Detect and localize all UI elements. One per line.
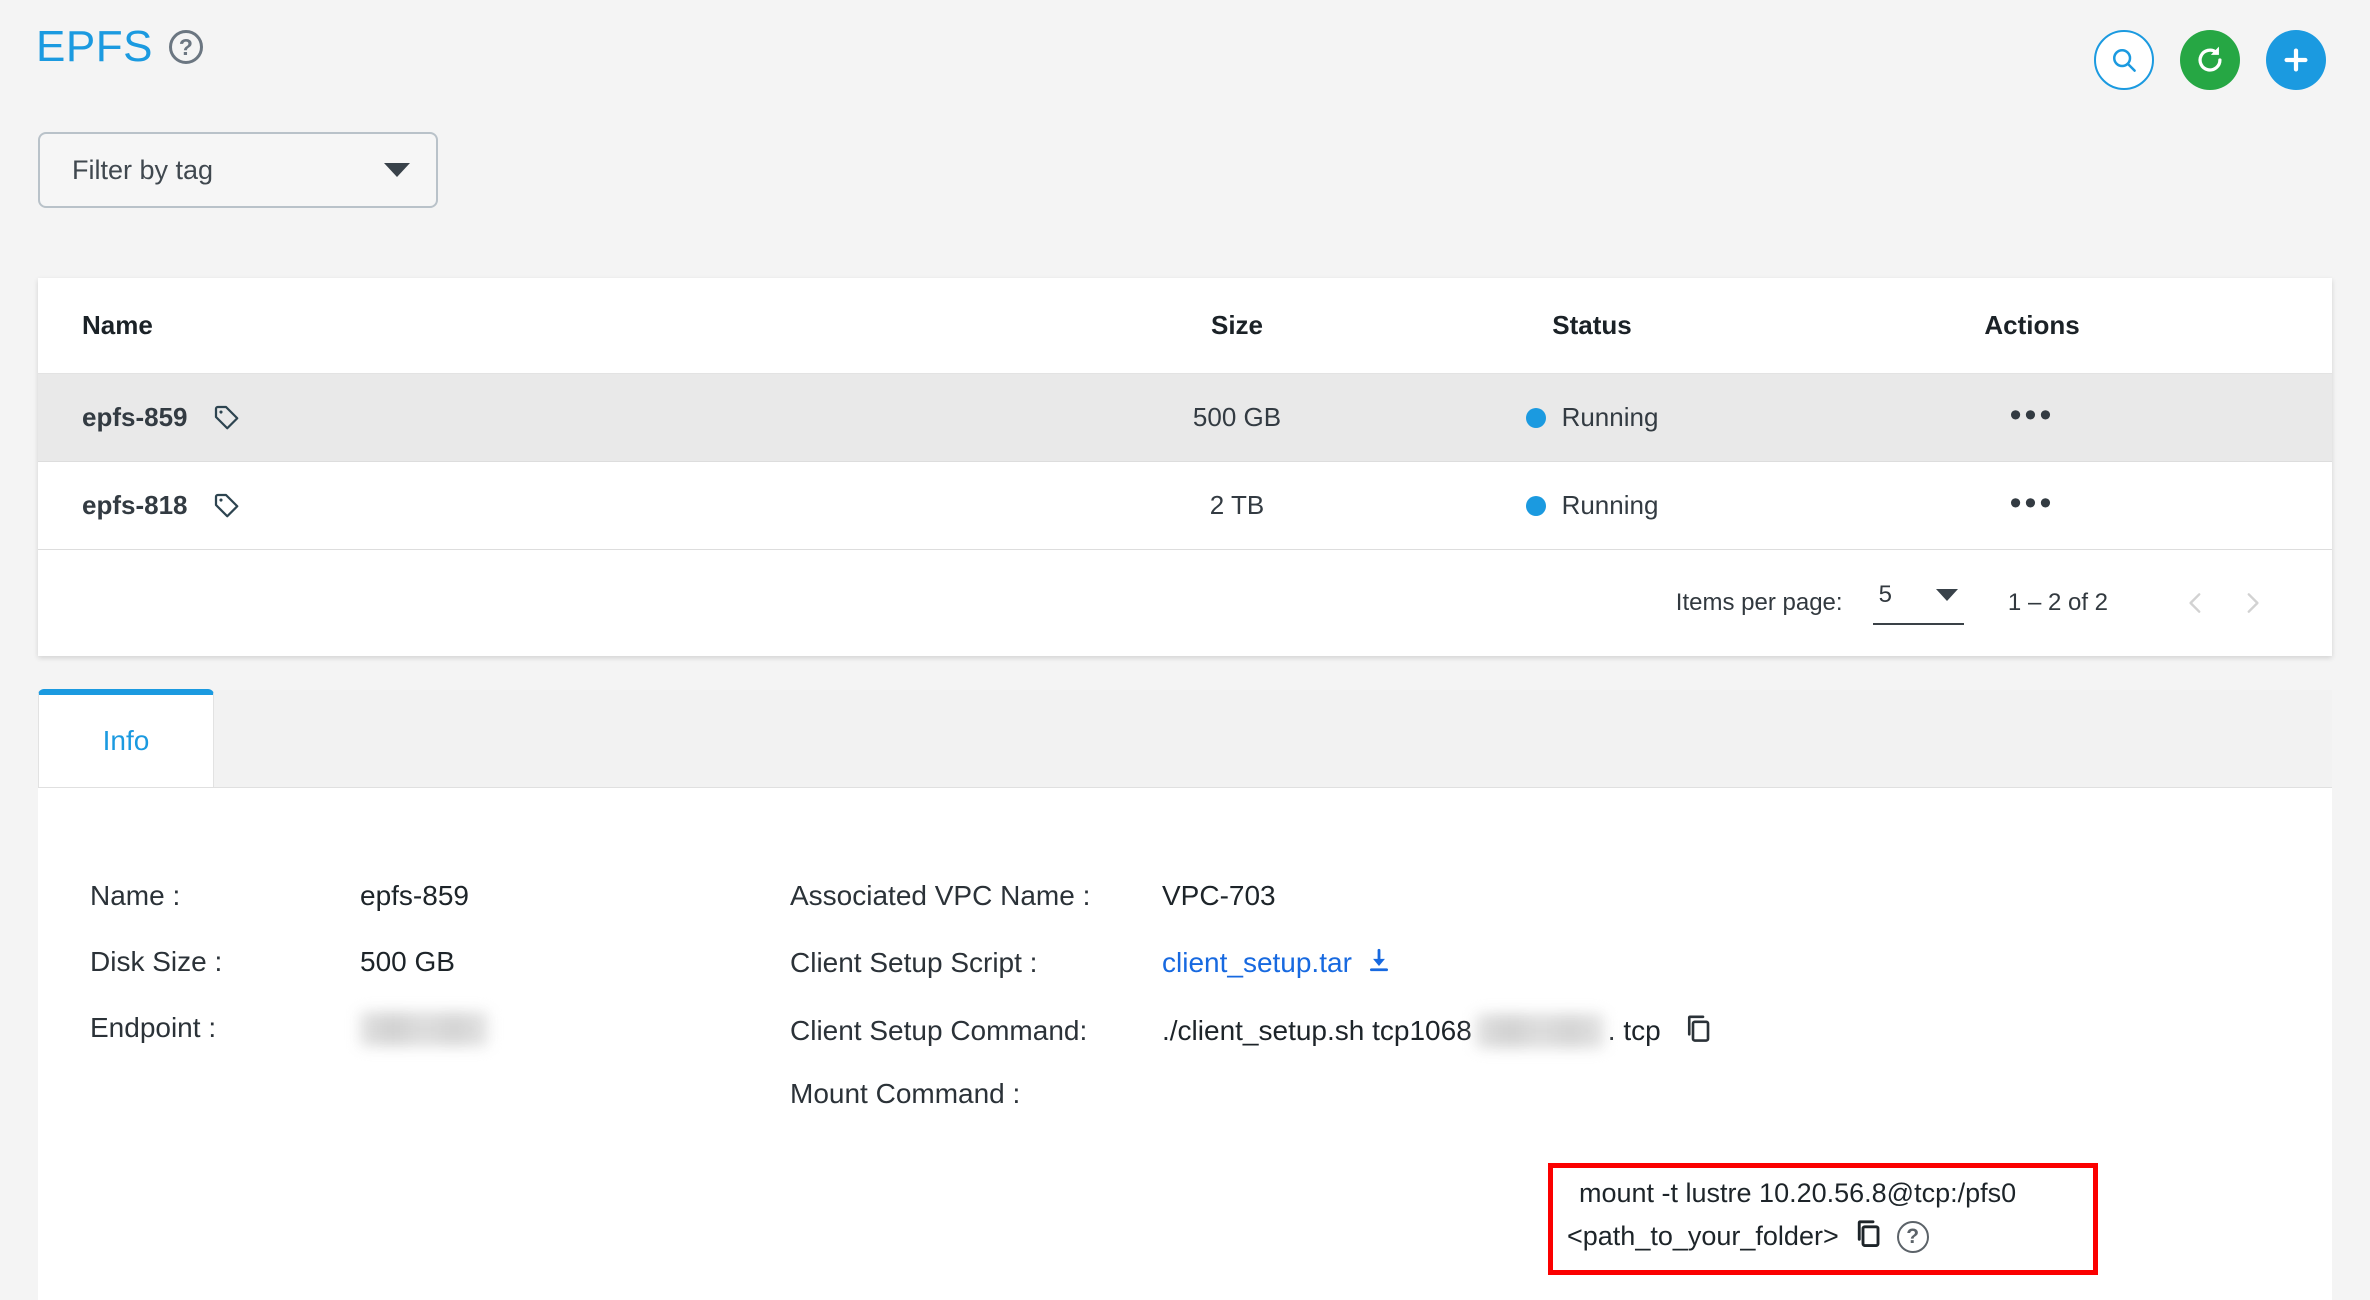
mount-command-line2: <path_to_your_folder> [1567,1221,1839,1251]
info-field-name: Name : epfs-859 [90,880,469,912]
epfs-table: Name Size Status Actions epfs-859 500 GB… [38,278,2332,656]
status-dot-icon [1525,495,1546,516]
status-dot-icon [1525,407,1546,428]
add-button[interactable] [2266,30,2326,90]
table-row[interactable]: epfs-859 500 GB Running ••• [38,374,2332,462]
info-field-mount-command: Mount Command : [790,1078,1162,1110]
column-header-size: Size [1210,310,1264,340]
more-horizontal-icon[interactable]: ••• [2010,484,2055,522]
row-status-cell: Running [1392,402,1792,433]
info-value-vpc: VPC-703 [1162,880,1276,911]
items-per-page-value: 5 [1878,581,1892,608]
info-value-name: epfs-859 [360,880,469,911]
tag-icon[interactable] [212,491,242,521]
page-header: EPFS ? [0,0,2370,110]
more-horizontal-icon[interactable]: ••• [2010,396,2055,434]
row-name-label: epfs-859 [82,402,188,432]
info-label-endpoint: Endpoint : [90,1012,217,1043]
row-size-cell: 500 GB [1192,402,1282,432]
download-icon[interactable] [1366,946,1392,979]
header-actions [2094,30,2326,90]
row-name-cell: epfs-818 [82,490,1082,521]
refresh-icon [2198,46,2222,72]
tab-info[interactable]: Info [38,689,214,787]
mount-command-line1: mount -t lustre 10.20.56.8@tcp:/pfs0 [1579,1178,2017,1208]
chevron-left-icon [2189,593,2201,613]
client-setup-command-prefix: ./client_setup.sh tcp1068 [1162,1014,1472,1046]
info-value-endpoint-redacted [360,1012,488,1046]
search-icon [2112,48,2136,72]
client-setup-command-redacted [1475,1013,1604,1048]
row-status-label: Running [1561,402,1659,432]
info-field-endpoint: Endpoint : [90,1012,488,1046]
row-actions-cell: ••• [1792,398,2272,433]
epfs-page: EPFS ? Filter by tag Name Size Status Ac… [0,0,2370,1300]
help-circle-icon[interactable]: ? [1896,1220,1929,1253]
info-value-disk-size: 500 GB [360,946,455,977]
paginator: Items per page: 5 1 – 2 of 2 [38,550,2332,656]
info-field-vpc: Associated VPC Name : VPC-703 [790,880,1276,912]
info-label-mount-command: Mount Command : [790,1078,1021,1109]
help-circle-icon[interactable]: ? [168,30,203,64]
info-field-disk-size: Disk Size : [90,946,360,978]
row-size-cell: 2 TB [1209,490,1265,520]
row-status-label: Running [1561,490,1659,520]
row-name-label: epfs-818 [82,490,188,520]
client-setup-script-link[interactable]: client_setup.tar [1162,947,1352,979]
search-button[interactable] [2094,30,2154,90]
info-field-client-setup-command: Client Setup Command: ./client_setup.sh … [790,1012,1713,1049]
filter-by-tag-dropdown[interactable]: Filter by tag [38,132,438,208]
chevron-down-icon [384,163,410,177]
next-page-button[interactable] [2224,575,2280,631]
table-row[interactable]: epfs-818 2 TB Running ••• [38,462,2332,550]
mount-command-box: mount -t lustre 10.20.56.8@tcp:/pfs0 <pa… [1548,1163,2098,1275]
tab-info-label: Info [102,725,150,756]
column-header-actions: Actions [1984,310,2080,340]
info-value-disk-size-wrap: 500 GB [360,946,455,978]
title-group: EPFS ? [36,22,203,72]
info-label-vpc: Associated VPC Name : [790,880,1091,911]
column-header-status: Status [1552,310,1632,340]
refresh-button[interactable] [2180,30,2240,90]
tab-bar: Info [38,689,2332,788]
filter-label: Filter by tag [72,154,214,185]
mount-command-line2-row: <path_to_your_folder> ? [1567,1217,2079,1256]
tag-icon[interactable] [212,403,242,433]
client-setup-command-suffix: . tcp [1607,1014,1661,1046]
page-range-label: 1 – 2 of 2 [2007,589,2108,616]
row-status-cell: Running [1392,490,1792,521]
page-title: EPFS [36,22,153,71]
table-header-row: Name Size Status Actions [38,278,2332,374]
info-field-client-setup-script: Client Setup Script : client_setup.tar [790,946,1392,979]
chevron-down-icon [1935,589,1958,601]
info-label-name: Name : [90,880,181,911]
info-label-client-setup-command: Client Setup Command: [790,1014,1088,1046]
row-actions-cell: ••• [1792,486,2272,521]
items-per-page-label: Items per page: [1675,589,1843,616]
plus-icon [2284,48,2308,72]
info-label-client-setup-script: Client Setup Script : [790,946,1038,978]
copy-icon[interactable] [1853,1217,1883,1256]
previous-page-button[interactable] [2168,575,2224,631]
copy-icon[interactable] [1683,1012,1713,1049]
info-label-disk-size: Disk Size : [90,946,223,977]
column-header-name: Name [82,310,153,340]
row-name-cell: epfs-859 [82,402,1082,433]
chevron-right-icon [2247,593,2259,613]
items-per-page-select[interactable]: 5 [1872,581,1964,625]
